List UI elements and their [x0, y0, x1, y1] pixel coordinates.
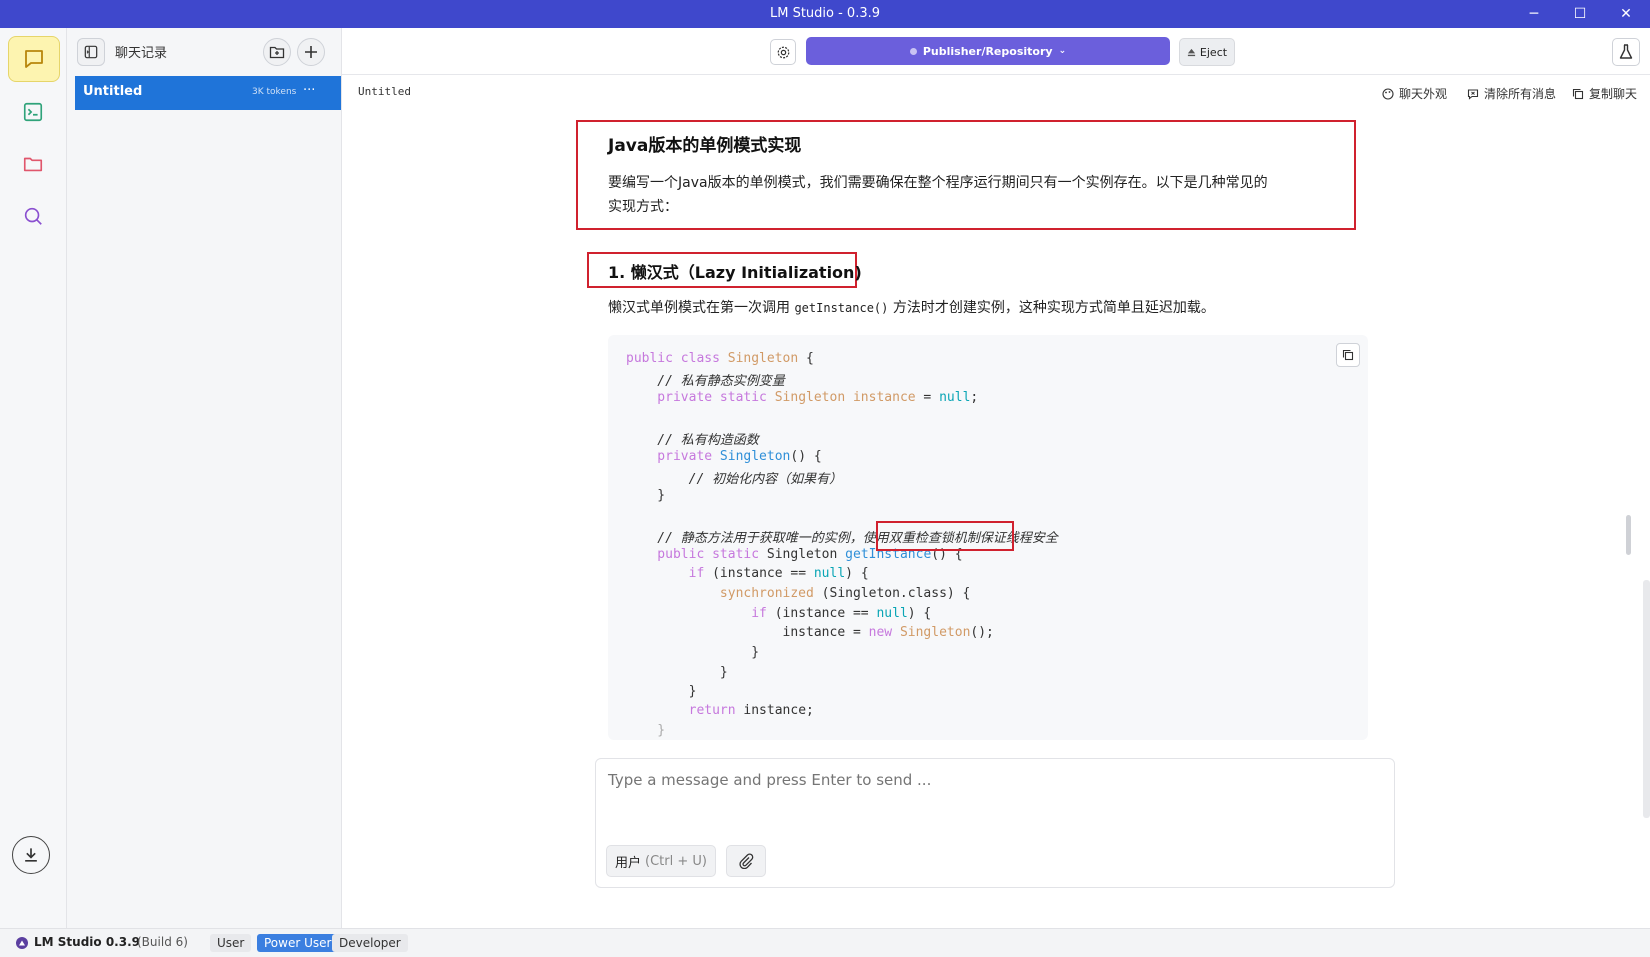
- message-composer: 用户 (Ctrl + U): [595, 758, 1395, 888]
- clear-messages-button[interactable]: 清除所有消息: [1467, 85, 1556, 102]
- paperclip-icon: [739, 853, 754, 869]
- toggle-sidebar-button[interactable]: [77, 38, 105, 66]
- code-line: synchronized (Singleton.class) {: [626, 586, 971, 601]
- model-selector-button[interactable]: Publisher/Repository ⌄: [806, 37, 1170, 65]
- chat-appearance-label: 聊天外观: [1399, 87, 1448, 101]
- downloads-button[interactable]: [12, 836, 50, 874]
- clear-chat-icon: [1467, 88, 1479, 100]
- scrollbar-thumb[interactable]: [1626, 515, 1631, 555]
- flask-icon: [1619, 44, 1633, 59]
- role-toggle-button[interactable]: 用户 (Ctrl + U): [606, 845, 716, 877]
- build-label: (Build 6): [137, 935, 188, 949]
- chat-item-menu-button[interactable]: ···: [303, 83, 315, 98]
- developer-nav-button[interactable]: [8, 90, 58, 134]
- folder-plus-icon: [269, 46, 285, 59]
- sidebar-panel-icon: [84, 45, 98, 59]
- code-line: return instance;: [626, 703, 814, 718]
- mode-power-user-button[interactable]: Power User: [257, 934, 339, 952]
- folder-icon: [23, 157, 43, 172]
- code-line: }: [626, 723, 666, 738]
- chevron-down-icon: ⌄: [1058, 46, 1067, 56]
- search-icon: [24, 207, 42, 225]
- eject-label: Eject: [1199, 45, 1228, 59]
- section-desc-text: 懒汉式单例模式在第一次调用: [608, 300, 795, 316]
- chat-title[interactable]: Untitled: [358, 85, 411, 98]
- copy-chat-button[interactable]: 复制聊天: [1572, 85, 1637, 102]
- message-input[interactable]: [606, 769, 1380, 829]
- status-bar: LM Studio 0.3.9 (Build 6) User Power Use…: [0, 928, 1650, 957]
- minimize-button[interactable]: ─: [1514, 3, 1554, 25]
- mode-user-button[interactable]: User: [210, 934, 252, 952]
- window-title: LM Studio - 0.3.9: [769, 6, 881, 21]
- intro-line-2: 实现方式：: [608, 199, 678, 215]
- plus-icon: [305, 46, 317, 58]
- code-line: private static Singleton instance = null…: [626, 390, 979, 405]
- labs-button[interactable]: [1612, 38, 1640, 66]
- discover-nav-button[interactable]: [8, 194, 58, 238]
- sidebar-title: 聊天记录: [115, 46, 168, 61]
- role-label: 用户: [615, 855, 642, 871]
- chat-item-title: Untitled: [83, 84, 143, 99]
- code-line: instance = new Singleton();: [626, 625, 994, 640]
- model-status-icon: [909, 47, 917, 55]
- chat-appearance-button[interactable]: 聊天外观: [1382, 85, 1447, 102]
- code-line: // 私有构造函数: [626, 433, 759, 448]
- section-title: 1. 懒汉式（Lazy Initialization): [608, 263, 862, 282]
- model-label: Publisher/Repository: [922, 44, 1053, 58]
- top-bar: Publisher/Repository ⌄ Eject: [342, 28, 1650, 75]
- nav-rail: [0, 28, 67, 928]
- maximize-button[interactable]: ☐: [1560, 3, 1600, 25]
- chat-sidebar: 聊天记录 Untitled 3K tokens ···: [67, 28, 342, 928]
- copy-icon: [1342, 349, 1354, 361]
- attach-button[interactable]: [726, 845, 766, 877]
- models-nav-button[interactable]: [8, 142, 58, 186]
- annotation-box-code: [876, 521, 1014, 551]
- sidebar-header: 聊天记录: [67, 28, 341, 74]
- code-line: private Singleton() {: [626, 449, 822, 464]
- gear-icon: [777, 46, 789, 58]
- copy-chat-label: 复制聊天: [1589, 87, 1638, 101]
- code-line: }: [626, 645, 760, 660]
- intro-line-1: 要编写一个Java版本的单例模式，我们需要确保在整个程序运行期间只有一个实例存在…: [608, 175, 1268, 191]
- copy-icon: [1572, 88, 1584, 99]
- copy-code-button[interactable]: [1336, 343, 1360, 367]
- side-scrollbar[interactable]: [1643, 580, 1650, 818]
- inline-code: getInstance(): [794, 301, 889, 315]
- section-desc-text-end: 方法时才创建实例，这种实现方式简单且延迟加载。: [888, 300, 1215, 316]
- chat-list-item[interactable]: Untitled 3K tokens ···: [75, 76, 341, 110]
- settings-button[interactable]: [770, 39, 796, 65]
- chat-toolbar: Untitled 聊天外观 清除所有消息 复制聊天: [342, 75, 1650, 111]
- download-icon: [25, 848, 37, 862]
- chat-item-tokens: 3K tokens: [252, 87, 297, 97]
- palette-icon: [1382, 87, 1394, 100]
- code-line: if (instance == null) {: [626, 566, 869, 581]
- message-heading: Java版本的单例模式实现: [608, 136, 802, 156]
- code-line: }: [626, 684, 697, 699]
- code-line: if (instance == null) {: [626, 606, 932, 621]
- chat-nav-button[interactable]: [8, 36, 60, 82]
- code-line: // 私有静态实例变量: [626, 374, 785, 389]
- title-bar: LM Studio - 0.3.9 ─ ☐ ✕: [0, 0, 1650, 28]
- close-button[interactable]: ✕: [1606, 3, 1646, 25]
- terminal-icon: [23, 102, 43, 122]
- new-chat-button[interactable]: [297, 38, 325, 66]
- chat-icon: [25, 50, 43, 68]
- section-description: 懒汉式单例模式在第一次调用 getInstance() 方法时才创建实例，这种实…: [608, 297, 1215, 317]
- code-line: // 初始化内容（如果有）: [626, 472, 843, 487]
- code-line: }: [626, 488, 666, 503]
- code-line: }: [626, 665, 728, 680]
- eject-button[interactable]: Eject: [1179, 38, 1235, 66]
- clear-messages-label: 清除所有消息: [1484, 87, 1557, 101]
- role-shortcut: (Ctrl + U): [645, 853, 707, 869]
- mode-developer-button[interactable]: Developer: [332, 934, 408, 952]
- new-folder-button[interactable]: [263, 38, 291, 66]
- lmstudio-logo-icon: [16, 937, 28, 949]
- app-name: LM Studio 0.3.9: [34, 935, 140, 949]
- eject-icon: [1187, 48, 1196, 56]
- code-line: public class Singleton {: [626, 351, 814, 366]
